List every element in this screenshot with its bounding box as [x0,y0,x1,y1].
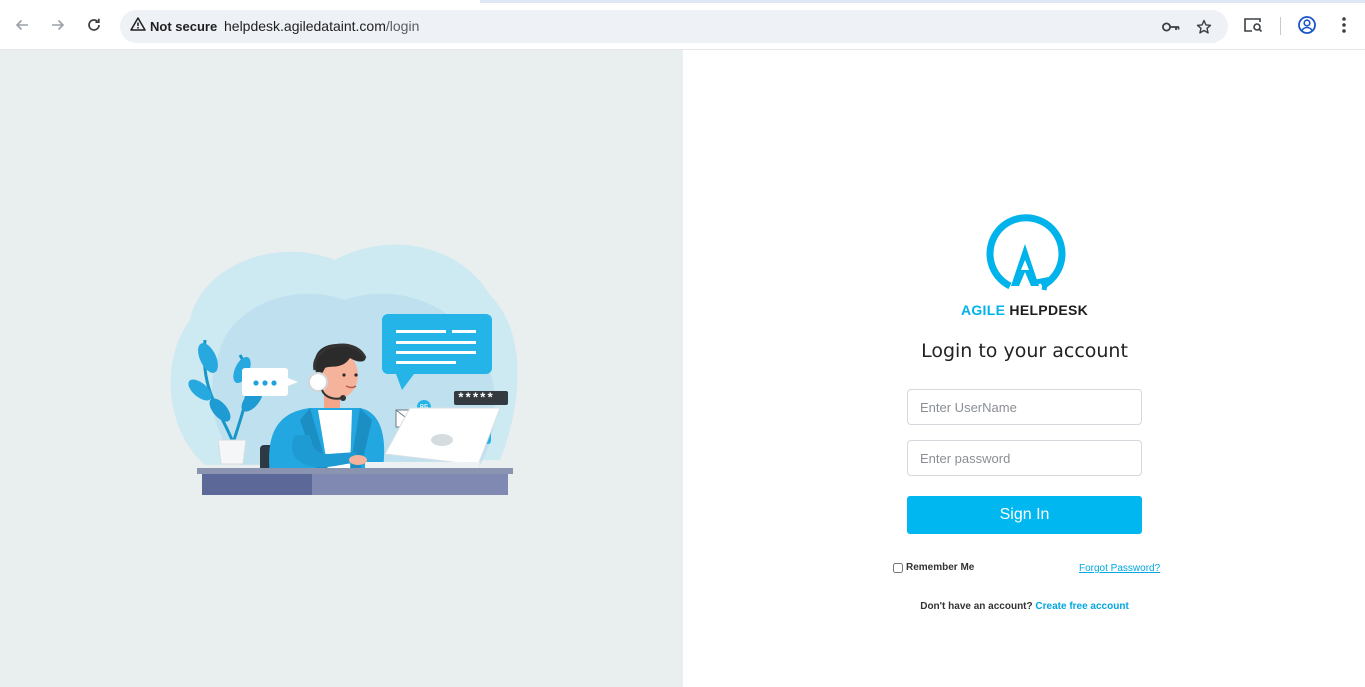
login-page: ***** 85 [0,50,1365,687]
address-bar[interactable]: Not secure helpdesk.agiledataint.com/log… [120,10,1228,43]
remember-me-label: Remember Me [906,562,975,573]
profile-icon[interactable] [1296,14,1318,36]
active-tab-edge [0,0,480,3]
reload-icon[interactable] [82,13,106,37]
media-search-icon[interactable] [1242,14,1264,36]
key-icon[interactable] [1160,16,1182,38]
password-stars: ***** [457,391,494,406]
brand-rest: HELPDESK [1005,302,1089,318]
illustration-panel: ***** 85 [0,50,683,687]
signup-prompt: Don't have an account? Create free accou… [907,601,1142,612]
security-label: Not secure [150,19,218,34]
remember-me-checkbox[interactable] [893,562,903,573]
toolbar-divider [1280,17,1281,35]
page-title: Login to your account [921,340,1128,362]
create-account-link[interactable]: Create free account [1035,601,1128,612]
brand-accent-word: AGILE [960,302,1006,318]
star-icon[interactable] [1193,16,1215,38]
signup-prompt-text: Don't have an account? [920,601,1033,612]
login-panel [683,50,1365,687]
more-vert-icon[interactable] [1333,14,1355,36]
url-path: /login [385,18,420,34]
username-input[interactable] [907,389,1142,425]
back-arrow-icon[interactable] [10,13,34,37]
password-input[interactable] [907,440,1142,476]
warning-icon [130,16,146,37]
url-text[interactable]: helpdesk.agiledataint.com/login [224,18,419,34]
forgot-password-link[interactable]: Forgot Password? [1079,563,1160,574]
url-host: helpdesk.agiledataint.com [224,18,386,34]
brand-name: AGILE HELPDESK [907,302,1142,318]
browser-toolbar: Not secure helpdesk.agiledataint.com/log… [0,0,1365,50]
security-chip[interactable]: Not secure [128,14,225,39]
support-agent-illustration: ***** 85 [160,240,530,500]
forward-arrow-icon[interactable] [46,13,70,37]
remember-me[interactable]: Remember Me [893,562,974,573]
sign-in-button[interactable]: Sign In [907,496,1142,534]
agile-helpdesk-logo-icon [984,214,1066,296]
